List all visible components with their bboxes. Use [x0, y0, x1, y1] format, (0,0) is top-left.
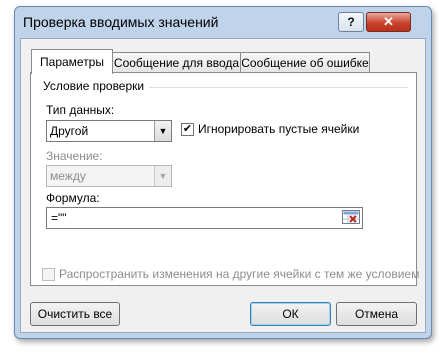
operator-select[interactable]: между ▼: [46, 165, 172, 187]
data-validation-dialog: Проверка вводимых значений ? ✕ Параметры…: [14, 6, 432, 339]
group-divider: [149, 87, 408, 88]
operator-value: между: [50, 169, 86, 183]
close-button[interactable]: ✕: [366, 12, 411, 32]
apply-all-checkbox[interactable]: [42, 268, 55, 281]
check-icon: ✔: [182, 123, 193, 135]
apply-all-label: Распространить изменения на другие ячейк…: [59, 267, 420, 281]
window-title: Проверка вводимых значений: [23, 14, 219, 30]
cancel-button[interactable]: Отмена: [336, 302, 417, 326]
tab-settings[interactable]: Параметры: [31, 49, 113, 74]
clear-all-label: Очистить все: [37, 307, 113, 321]
tab-input-message[interactable]: Сообщение для ввода: [112, 52, 241, 73]
formula-input[interactable]: ="": [46, 207, 363, 229]
validation-criteria-group-title: Условие проверки: [43, 79, 145, 93]
close-icon: ✕: [383, 14, 394, 29]
data-type-value: Другой: [50, 124, 89, 138]
chevron-down-icon[interactable]: ▼: [154, 121, 171, 141]
help-button[interactable]: ?: [338, 12, 364, 32]
tab-settings-label: Параметры: [40, 55, 104, 69]
ok-label: ОК: [282, 307, 299, 321]
collapse-dialog-icon[interactable]: [341, 209, 361, 225]
formula-label: Формула:: [46, 191, 100, 205]
dialog-body: Параметры Сообщение для ввода Сообщение …: [20, 38, 426, 333]
ignore-blank-label: Игнорировать пустые ячейки: [198, 122, 360, 136]
operator-label: Значение:: [46, 149, 103, 163]
data-type-label: Тип данных:: [46, 103, 115, 117]
ok-button[interactable]: ОК: [250, 302, 331, 326]
tab-error-alert-label: Сообщение об ошибке: [241, 56, 369, 70]
chevron-down-icon[interactable]: ▼: [154, 166, 171, 186]
help-icon: ?: [347, 15, 355, 29]
data-type-select[interactable]: Другой ▼: [46, 120, 172, 142]
clear-all-button[interactable]: Очистить все: [30, 302, 120, 326]
tab-error-alert[interactable]: Сообщение об ошибке: [240, 52, 370, 73]
tab-input-message-label: Сообщение для ввода: [113, 56, 240, 70]
formula-value: ="": [51, 211, 67, 225]
settings-panel: Условие проверки Тип данных: Другой ▼ ✔ …: [30, 72, 420, 286]
ignore-blank-checkbox[interactable]: ✔: [181, 123, 194, 136]
cancel-label: Отмена: [354, 307, 399, 321]
